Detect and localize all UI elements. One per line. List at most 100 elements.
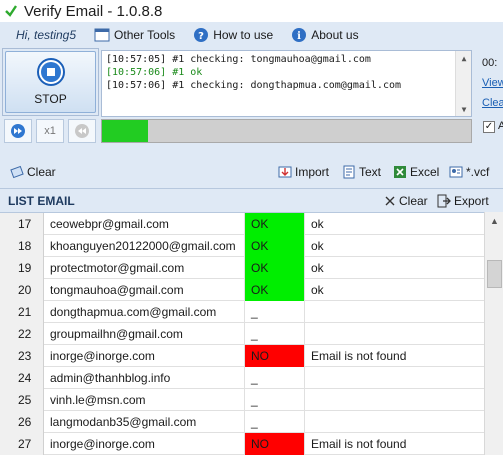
speed-controls: x1 (4, 119, 96, 143)
eraser-icon (10, 165, 24, 179)
table-row[interactable]: 21 dongthapmua.com@gmail.com _ (0, 301, 484, 323)
row-index: 24 (0, 367, 44, 389)
contact-card-icon (449, 166, 463, 178)
check-app-icon (5, 5, 17, 17)
excel-export-button[interactable]: Excel (393, 165, 439, 179)
email-grid[interactable]: 17 ceowebpr@gmail.com OK ok 18 khoanguyen2012… (0, 212, 484, 455)
email-cell: inorge@inorge.com (44, 433, 245, 455)
message-cell: ok (311, 261, 324, 275)
email-cell: tongmauhoa@gmail.com (44, 279, 245, 301)
table-row[interactable]: 17 ceowebpr@gmail.com OK ok (0, 213, 484, 235)
row-index: 23 (0, 345, 44, 367)
view-link[interactable]: View (482, 73, 503, 93)
message-cell (305, 411, 484, 433)
vcf-export-button[interactable]: *.vcf (449, 165, 489, 179)
grid-scrollbar[interactable]: ▲ (484, 212, 503, 455)
message-cell: Email is not found (311, 437, 407, 451)
import-label: Import (295, 165, 330, 179)
table-row[interactable]: 23 inorge@inorge.com NO Email is not found (0, 345, 484, 367)
message-cell (305, 367, 484, 389)
status-cell: _ (245, 367, 305, 389)
row-index: 22 (0, 323, 44, 345)
table-row[interactable]: 22 groupmailhn@gmail.com _ (0, 323, 484, 345)
row-index: 17 (0, 213, 44, 235)
progress-bar (101, 119, 472, 143)
menu-about-us-label: About us (311, 28, 359, 42)
menu-bar: Hi, testing5 Other Tools ? How to use i … (0, 22, 503, 48)
email-cell: inorge@inorge.com (44, 345, 245, 367)
status-cell: OK (245, 235, 305, 257)
text-export-label: Text (359, 165, 382, 179)
menu-about-us[interactable]: i About us (291, 27, 359, 43)
vcf-export-label: *.vcf (466, 165, 490, 179)
list-clear-button[interactable]: Clear (384, 194, 428, 208)
message-cell: ok (311, 217, 324, 231)
help-icon: ? (194, 28, 209, 42)
rewind-icon (75, 124, 89, 138)
auto-checkbox[interactable]: ✓ (483, 121, 495, 133)
row-index: 19 (0, 257, 44, 279)
email-cell: langmodanb35@gmail.com (44, 411, 245, 433)
log-line: [10:57:05] #1 checking: tongmauhoa@gmail… (106, 54, 371, 65)
row-index: 21 (0, 301, 44, 323)
scroll-up-icon[interactable]: ▲ (456, 51, 472, 65)
progress-fill (102, 120, 149, 142)
scroll-down-icon[interactable]: ▼ (456, 102, 472, 116)
email-cell: admin@thanhblog.info (44, 367, 245, 389)
clear-all-button[interactable]: Clear (10, 165, 56, 179)
row-index: 20 (0, 279, 44, 301)
export-button[interactable]: Export (437, 194, 489, 208)
log-line: [10:57:06] #1 checking: dongthapmua.com@… (106, 80, 402, 91)
row-index: 26 (0, 411, 44, 433)
menu-how-to-use-label: How to use (213, 28, 274, 42)
fast-forward-button[interactable] (4, 119, 32, 143)
svg-text:?: ? (198, 31, 204, 42)
rewind-button[interactable] (68, 119, 96, 143)
row-index: 27 (0, 433, 44, 455)
log-line: [10:57:06] #1 ok (106, 67, 203, 78)
scroll-thumb[interactable] (487, 260, 502, 288)
fast-forward-icon (11, 124, 25, 138)
row-index: 25 (0, 389, 44, 411)
import-button[interactable]: Import (278, 165, 329, 179)
svg-text:i: i (297, 31, 301, 42)
list-title: LIST EMAIL (8, 193, 75, 208)
email-cell: khoanguyen20122000@gmail.com (44, 235, 245, 257)
table-row[interactable]: 27 inorge@inorge.com NO Email is not found (0, 433, 484, 455)
close-icon (385, 196, 395, 205)
email-cell: ceowebpr@gmail.com (44, 213, 245, 235)
excel-icon (394, 166, 406, 178)
message-cell: ok (311, 283, 324, 297)
log-scrollbar[interactable]: ▲ ▼ (455, 51, 471, 116)
message-cell (305, 323, 484, 345)
menu-other-tools[interactable]: Other Tools (94, 28, 175, 42)
scroll-up-icon[interactable]: ▲ (485, 212, 503, 229)
table-row[interactable]: 19 protectmotor@gmail.com OK ok (0, 257, 484, 279)
status-cell: NO (245, 433, 305, 455)
status-cell: _ (245, 323, 305, 345)
status-cell: OK (245, 257, 305, 279)
message-cell: Email is not found (311, 349, 407, 363)
timer-text: 00: (482, 57, 498, 69)
clear-link[interactable]: Clea (482, 93, 503, 113)
export-label: Export (454, 193, 489, 208)
table-row[interactable]: 20 tongmauhoa@gmail.com OK ok (0, 279, 484, 301)
speed-multiplier-button[interactable]: x1 (36, 119, 64, 143)
row-index: 18 (0, 235, 44, 257)
message-cell (305, 389, 484, 411)
status-cell: _ (245, 301, 305, 323)
text-export-button[interactable]: Text (342, 165, 381, 179)
table-row[interactable]: 24 admin@thanhblog.info _ (0, 367, 484, 389)
email-cell: vinh.le@msn.com (44, 389, 245, 411)
list-header: LIST EMAIL Clear Export (0, 188, 503, 212)
control-panel: STOP (2, 48, 99, 116)
menu-how-to-use[interactable]: ? How to use (193, 27, 273, 43)
status-cell: _ (245, 389, 305, 411)
user-greeting: Hi, testing5 (16, 28, 77, 42)
stop-button[interactable]: STOP (5, 51, 96, 113)
table-row[interactable]: 18 khoanguyen20122000@gmail.com OK ok (0, 235, 484, 257)
table-row[interactable]: 25 vinh.le@msn.com _ (0, 389, 484, 411)
log-output[interactable]: [10:57:05] #1 checking: tongmauhoa@gmail… (101, 50, 472, 117)
table-row[interactable]: 26 langmodanb35@gmail.com _ (0, 411, 484, 433)
email-cell: protectmotor@gmail.com (44, 257, 245, 279)
